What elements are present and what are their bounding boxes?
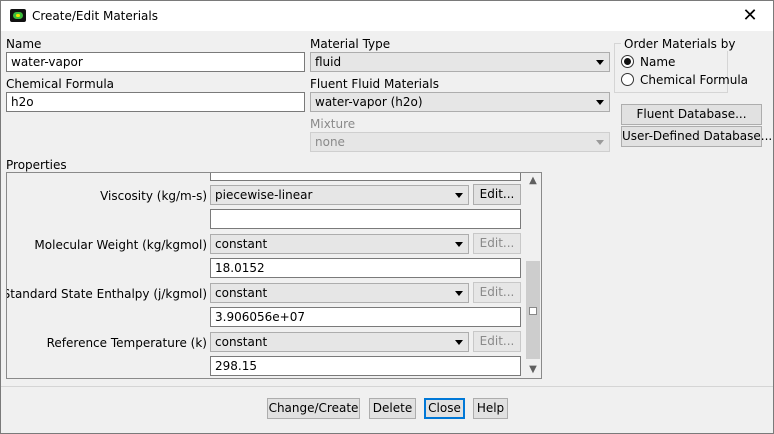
chevron-up-icon[interactable]: ▲ [525, 173, 541, 189]
order-by-name-radio[interactable] [621, 55, 634, 68]
close-icon[interactable]: ✕ [727, 1, 773, 31]
molecular-weight-edit-button: Edit... [473, 233, 521, 254]
scroll-grip-icon [529, 307, 537, 315]
order-materials-title: Order Materials by [621, 37, 739, 51]
window-title: Create/Edit Materials [32, 9, 158, 23]
reference-temperature-method-dropdown[interactable]: constant [210, 332, 469, 352]
enthalpy-method-value: constant [215, 286, 268, 300]
dropdown-arrow-icon [455, 193, 463, 198]
dropdown-arrow-icon [596, 60, 604, 65]
fluent-app-icon [10, 9, 26, 22]
name-input[interactable]: water-vapor [6, 52, 305, 72]
viscosity-edit-button[interactable]: Edit... [473, 184, 521, 205]
standard-state-enthalpy-label: Standard State Enthalpy (j/kgmol) [6, 287, 207, 301]
material-type-dropdown[interactable]: fluid [310, 52, 610, 72]
viscosity-value-field[interactable] [210, 209, 521, 229]
molecular-weight-method-value: constant [215, 237, 268, 251]
order-by-formula-radio[interactable] [621, 73, 634, 86]
reference-temperature-label: Reference Temperature (k) [46, 336, 207, 350]
create-edit-materials-dialog: Create/Edit Materials ✕ Name water-vapor… [0, 0, 774, 434]
name-label: Name [6, 37, 42, 51]
reference-temperature-edit-button: Edit... [473, 331, 521, 352]
viscosity-method-dropdown[interactable]: piecewise-linear [210, 185, 469, 205]
reference-temperature-value-field[interactable]: 298.15 [210, 356, 521, 376]
dropdown-arrow-icon [596, 100, 604, 105]
properties-panel: Viscosity (kg/m-s) piecewise-linear Edit… [6, 172, 542, 379]
fluent-database-button[interactable]: Fluent Database... [621, 104, 762, 125]
fluent-fluid-materials-label: Fluent Fluid Materials [310, 77, 439, 91]
title-bar: Create/Edit Materials ✕ [1, 1, 773, 31]
enthalpy-edit-button: Edit... [473, 282, 521, 303]
properties-label: Properties [6, 158, 67, 172]
dropdown-arrow-icon [455, 340, 463, 345]
dropdown-arrow-icon [455, 291, 463, 296]
user-defined-database-button[interactable]: User-Defined Database... [621, 126, 772, 147]
material-type-value: fluid [315, 55, 342, 69]
fluent-fluid-materials-value: water-vapor (h2o) [315, 95, 423, 109]
mixture-value: none [315, 135, 345, 149]
hidden-value-field[interactable] [210, 173, 521, 181]
delete-button[interactable]: Delete [369, 398, 416, 419]
close-button[interactable]: Close [424, 398, 465, 419]
properties-scrollbar[interactable]: ▲ ▼ [525, 173, 541, 378]
footer-divider [1, 386, 773, 387]
molecular-weight-value-field[interactable]: 18.0152 [210, 258, 521, 278]
fluent-fluid-materials-dropdown[interactable]: water-vapor (h2o) [310, 92, 610, 112]
mixture-dropdown: none [310, 132, 610, 152]
reference-temperature-method-value: constant [215, 335, 268, 349]
chevron-down-icon[interactable]: ▼ [525, 362, 541, 378]
molecular-weight-label: Molecular Weight (kg/kgmol) [34, 238, 207, 252]
viscosity-label: Viscosity (kg/m-s) [100, 189, 207, 203]
mixture-label: Mixture [310, 117, 356, 131]
enthalpy-method-dropdown[interactable]: constant [210, 283, 469, 303]
dropdown-arrow-icon [596, 140, 604, 145]
viscosity-method-value: piecewise-linear [215, 188, 313, 202]
scrollbar-thumb[interactable] [526, 261, 540, 359]
dropdown-arrow-icon [455, 242, 463, 247]
help-button[interactable]: Help [473, 398, 508, 419]
molecular-weight-method-dropdown[interactable]: constant [210, 234, 469, 254]
chemical-formula-label: Chemical Formula [6, 77, 115, 91]
change-create-button[interactable]: Change/Create [267, 398, 360, 419]
order-by-name-label[interactable]: Name [640, 55, 675, 69]
enthalpy-value-field[interactable]: 3.906056e+07 [210, 307, 521, 327]
chemical-formula-input[interactable]: h2o [6, 92, 305, 112]
order-by-formula-label[interactable]: Chemical Formula [640, 73, 748, 87]
material-type-label: Material Type [310, 37, 391, 51]
